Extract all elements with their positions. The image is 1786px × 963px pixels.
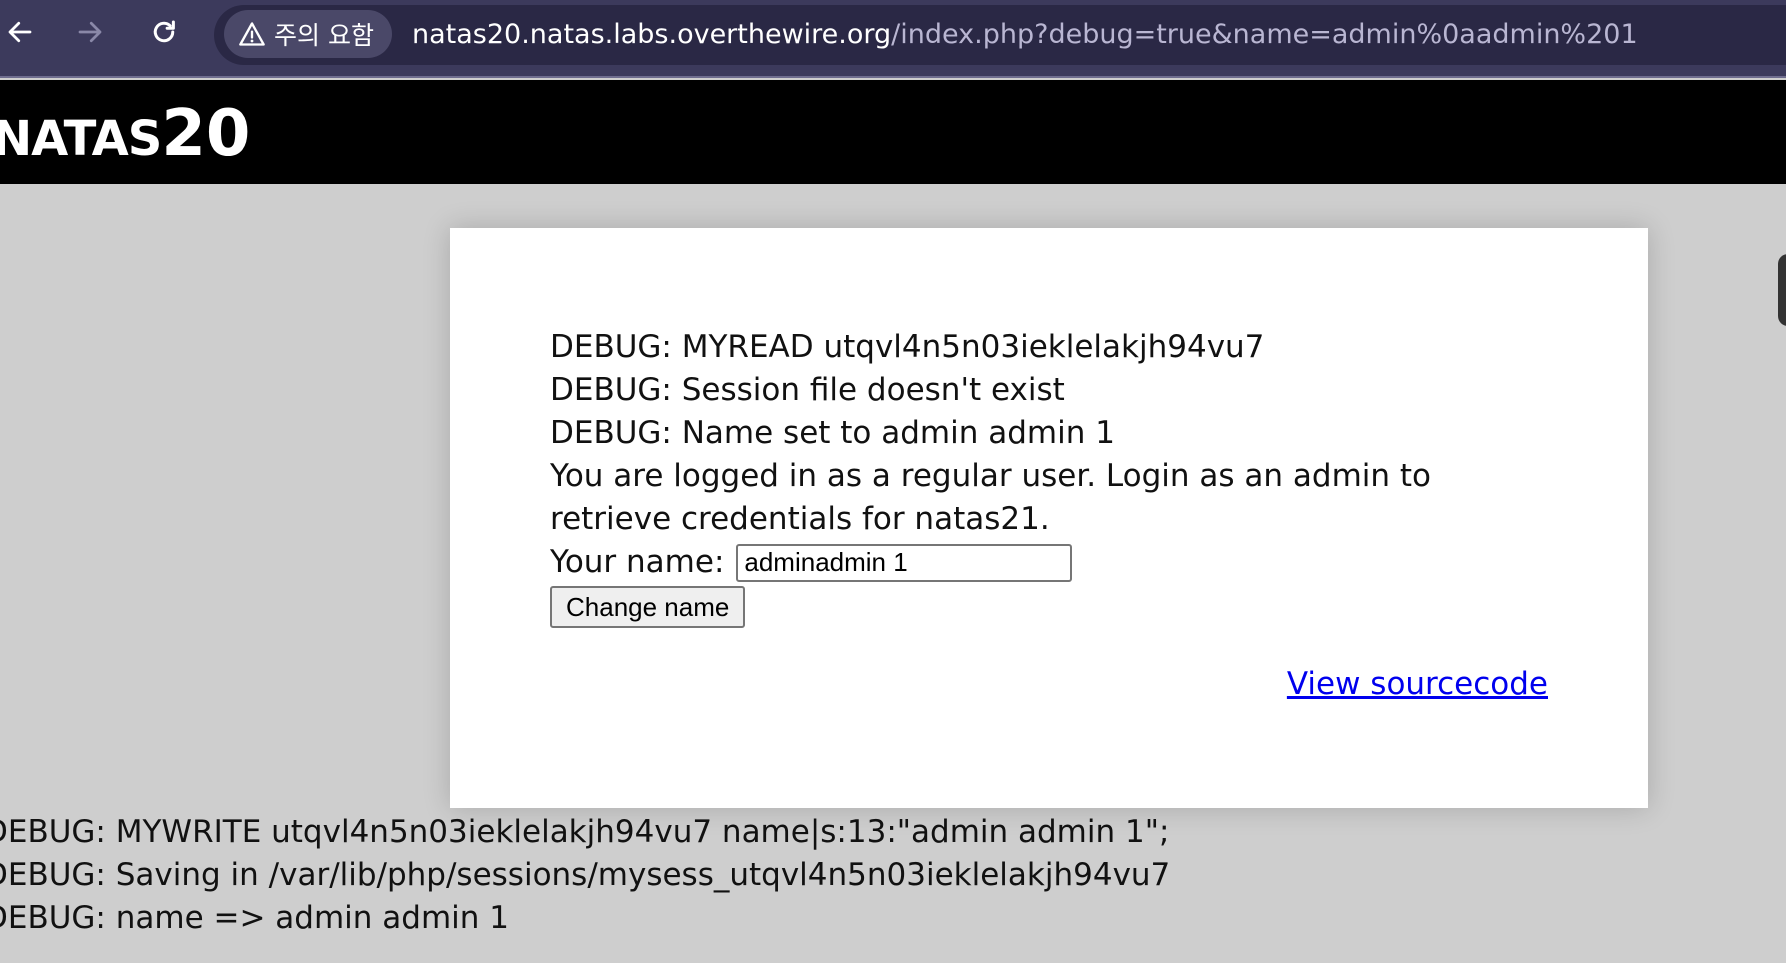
url-host: natas20.natas.labs.overthewire.org — [412, 19, 892, 50]
browser-toolbar: 주의 요함 natas20.natas.labs.overthewire.org… — [0, 0, 1786, 78]
status-message: You are logged in as a regular user. Log… — [550, 458, 1432, 537]
debug-line: DEBUG: Name set to admin admin 1 — [550, 415, 1115, 451]
debug-line: DEBUG: Session file doesn't exist — [550, 372, 1065, 408]
edge-widget — [1778, 254, 1786, 326]
url-path: /index.php?debug=true&name=admin%0aadmin… — [891, 19, 1638, 50]
address-bar[interactable]: 주의 요함 natas20.natas.labs.overthewire.org… — [214, 5, 1786, 65]
reload-icon — [153, 20, 175, 43]
site-header: NATAS20 — [0, 80, 1786, 184]
back-button[interactable] — [0, 12, 40, 52]
back-arrow-icon — [8, 21, 32, 43]
site-title-prefix: NATAS — [0, 111, 162, 167]
forward-arrow-icon — [78, 21, 102, 43]
content-card: DEBUG: MYREAD utqvl4n5n03ieklelakjh94vu7… — [450, 228, 1648, 808]
debug-output-line: DEBUG: MYWRITE utqvl4n5n03ieklelakjh94vu… — [0, 814, 1170, 850]
forward-button[interactable] — [70, 12, 110, 52]
debug-output: DEBUG: MYWRITE utqvl4n5n03ieklelakjh94vu… — [0, 811, 1170, 940]
debug-output-line: DEBUG: Saving in /var/lib/php/sessions/m… — [0, 857, 1171, 893]
security-label: 주의 요함 — [274, 21, 374, 50]
reload-button[interactable] — [144, 12, 184, 52]
site-title-number: 20 — [161, 97, 251, 171]
card-body: DEBUG: MYREAD utqvl4n5n03ieklelakjh94vu7… — [550, 326, 1550, 628]
debug-line: DEBUG: MYREAD utqvl4n5n03ieklelakjh94vu7 — [550, 329, 1265, 365]
name-label: Your name: — [550, 544, 725, 580]
view-sourcecode-link[interactable]: View sourcecode — [1287, 666, 1548, 702]
warning-triangle-icon — [239, 22, 265, 46]
change-name-button[interactable]: Change name — [550, 586, 746, 628]
debug-output-line: DEBUG: name => admin admin 1 — [0, 900, 510, 936]
security-indicator[interactable]: 주의 요함 — [224, 10, 392, 58]
url-text[interactable]: natas20.natas.labs.overthewire.org/index… — [412, 5, 1638, 65]
site-title: NATAS20 — [0, 102, 250, 166]
name-form: Your name: Change name — [550, 541, 1550, 628]
name-input[interactable] — [736, 543, 1073, 582]
